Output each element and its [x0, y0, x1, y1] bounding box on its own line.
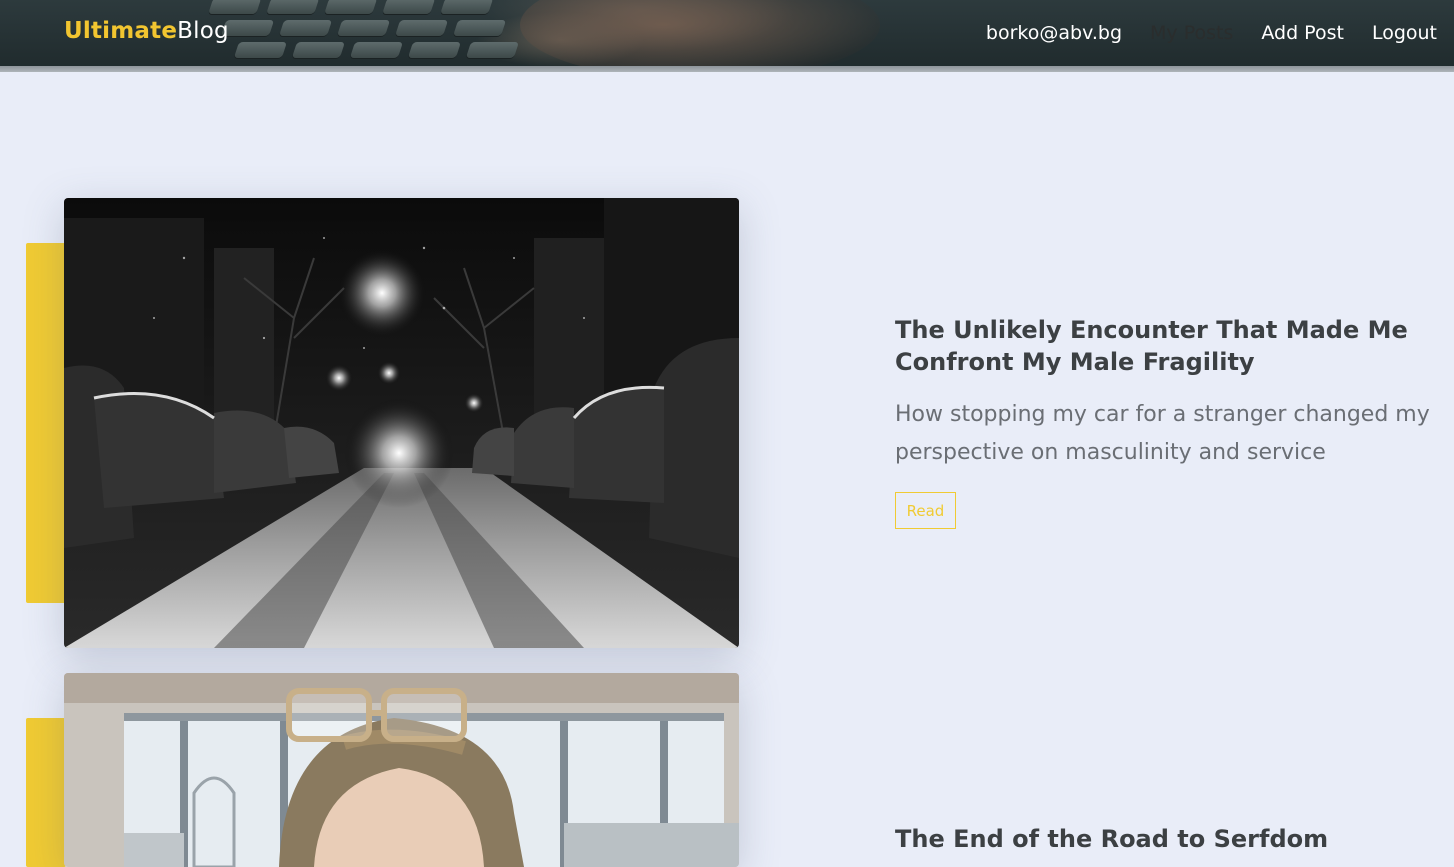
nav-logout[interactable]: Logout — [1372, 22, 1437, 44]
post-image[interactable] — [64, 673, 739, 867]
header-bottom-border — [0, 66, 1454, 72]
site-header: UltimateBlog borko@abv.bg My Posts Add P… — [0, 0, 1454, 72]
post-image[interactable] — [64, 198, 739, 648]
nav-add-post[interactable]: Add Post — [1261, 22, 1344, 44]
header-background-keyboard — [185, 0, 854, 72]
logo-ultimate: Ultimate — [64, 18, 178, 44]
snowy-night-street-photo — [64, 198, 739, 648]
post-accent-bar — [26, 243, 66, 603]
main-nav: borko@abv.bg My Posts Add Post Logout — [958, 22, 1437, 44]
logo-blog: Blog — [177, 18, 229, 44]
site-logo[interactable]: UltimateBlog — [64, 18, 229, 44]
nav-user-email[interactable]: borko@abv.bg — [986, 22, 1122, 44]
woman-with-glasses-photo — [64, 673, 739, 867]
post-title[interactable]: The End of the Road to Serfdom — [895, 823, 1415, 855]
nav-my-posts[interactable]: My Posts — [1150, 22, 1233, 44]
post-title[interactable]: The Unlikely Encounter That Made Me Conf… — [895, 314, 1415, 378]
post-subtitle: How stopping my car for a stranger chang… — [895, 402, 1430, 465]
read-button[interactable]: Read — [895, 492, 956, 529]
post-accent-bar — [26, 718, 66, 867]
